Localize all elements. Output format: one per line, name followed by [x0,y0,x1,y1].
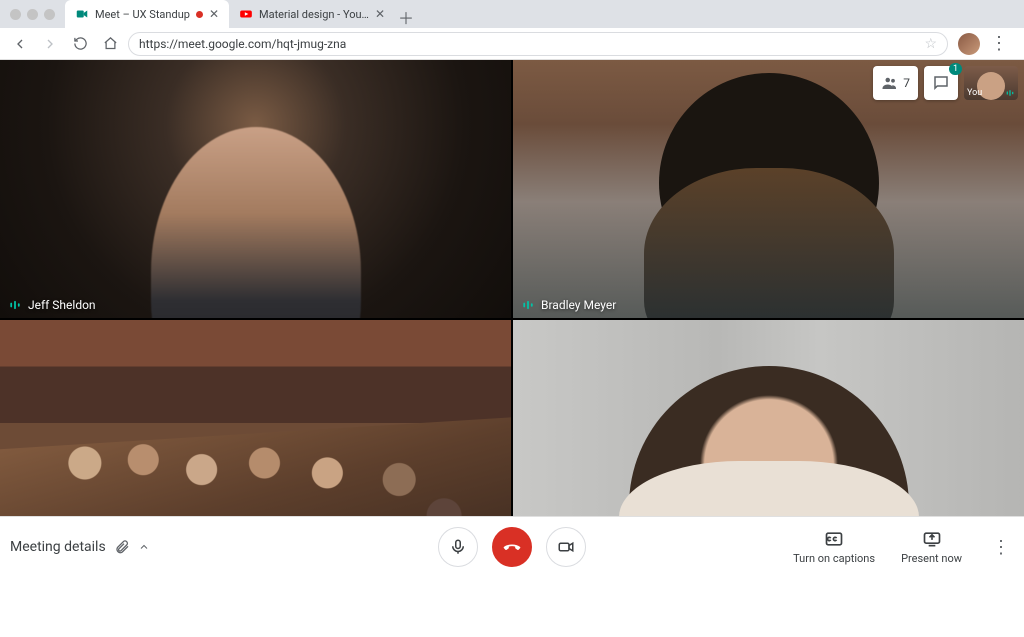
window-close-icon[interactable] [10,9,21,20]
tabs: Meet – UX Standup ✕ Material design - Yo… [65,0,417,28]
people-icon [881,74,899,92]
chevron-up-icon [138,541,150,553]
new-tab-button[interactable]: ＋ [395,6,417,28]
meet-favicon-icon [75,7,89,21]
tab-youtube[interactable]: Material design - YouTube ✕ [229,0,395,28]
microphone-button[interactable] [438,527,478,567]
captions-label: Turn on captions [793,552,875,565]
participant-count: 7 [903,76,910,90]
camera-button[interactable] [546,527,586,567]
reload-button[interactable] [68,32,92,56]
chat-icon [932,74,950,92]
address-bar[interactable]: https://meet.google.com/hqt-jmug-zna ☆ [128,32,948,56]
speaking-icon [8,298,22,312]
top-controls: 7 1 You [873,66,1018,100]
youtube-favicon-icon [239,7,253,21]
tab-close-button[interactable]: ✕ [375,7,385,21]
tab-title: Meet – UX Standup [95,8,190,21]
tab-close-button[interactable]: ✕ [209,7,219,21]
home-button[interactable] [98,32,122,56]
captions-button[interactable]: Turn on captions [793,529,875,565]
browser-menu-button[interactable]: ⋮ [986,33,1012,54]
more-options-button[interactable]: ⋮ [988,537,1014,558]
speaking-icon [521,298,535,312]
attachment-icon [114,539,130,555]
recording-indicator-icon [196,11,203,18]
window-zoom-icon[interactable] [44,9,55,20]
self-label: You [967,88,982,98]
bottom-bar: Meeting details Tur [0,517,1024,577]
call-controls [438,527,586,567]
participants-button[interactable]: 7 [873,66,918,100]
self-view-thumbnail[interactable]: You [964,66,1018,100]
toolbar: https://meet.google.com/hqt-jmug-zna ☆ ⋮ [0,28,1024,60]
participant-label: Bradley Meyer [521,298,616,312]
tab-meet[interactable]: Meet – UX Standup ✕ [65,0,229,28]
window-controls [0,9,65,20]
tab-strip: Meet – UX Standup ✕ Material design - Yo… [0,0,1024,28]
chat-badge: 1 [949,63,962,75]
forward-button[interactable] [38,32,62,56]
captions-icon [824,529,844,549]
tab-title: Material design - YouTube [259,8,369,21]
participant-name: Jeff Sheldon [28,298,96,312]
participant-label: Jeff Sheldon [8,298,96,312]
right-actions: Turn on captions Present now ⋮ [793,529,1014,565]
url-text: https://meet.google.com/hqt-jmug-zna [139,37,346,51]
meeting-details-button[interactable]: Meeting details [10,539,150,555]
hangup-button[interactable] [492,527,532,567]
chat-button[interactable]: 1 [924,66,958,100]
back-button[interactable] [8,32,32,56]
present-label: Present now [901,552,962,565]
meeting-details-label: Meeting details [10,539,106,555]
present-icon [922,529,942,549]
window-minimize-icon[interactable] [27,9,38,20]
profile-avatar[interactable] [958,33,980,55]
toolbar-right: ⋮ [954,33,1016,55]
browser-chrome: Meet – UX Standup ✕ Material design - Yo… [0,0,1024,60]
bookmark-star-icon[interactable]: ☆ [924,36,937,52]
participant-name: Bradley Meyer [541,298,616,312]
video-tile[interactable]: Jeff Sheldon [0,60,511,318]
speaking-icon [1005,88,1015,98]
video-grid: Jeff Sheldon Bradley Meyer [0,60,1024,577]
meet-area: Jeff Sheldon Bradley Meyer 7 1 [0,60,1024,577]
present-button[interactable]: Present now [901,529,962,565]
